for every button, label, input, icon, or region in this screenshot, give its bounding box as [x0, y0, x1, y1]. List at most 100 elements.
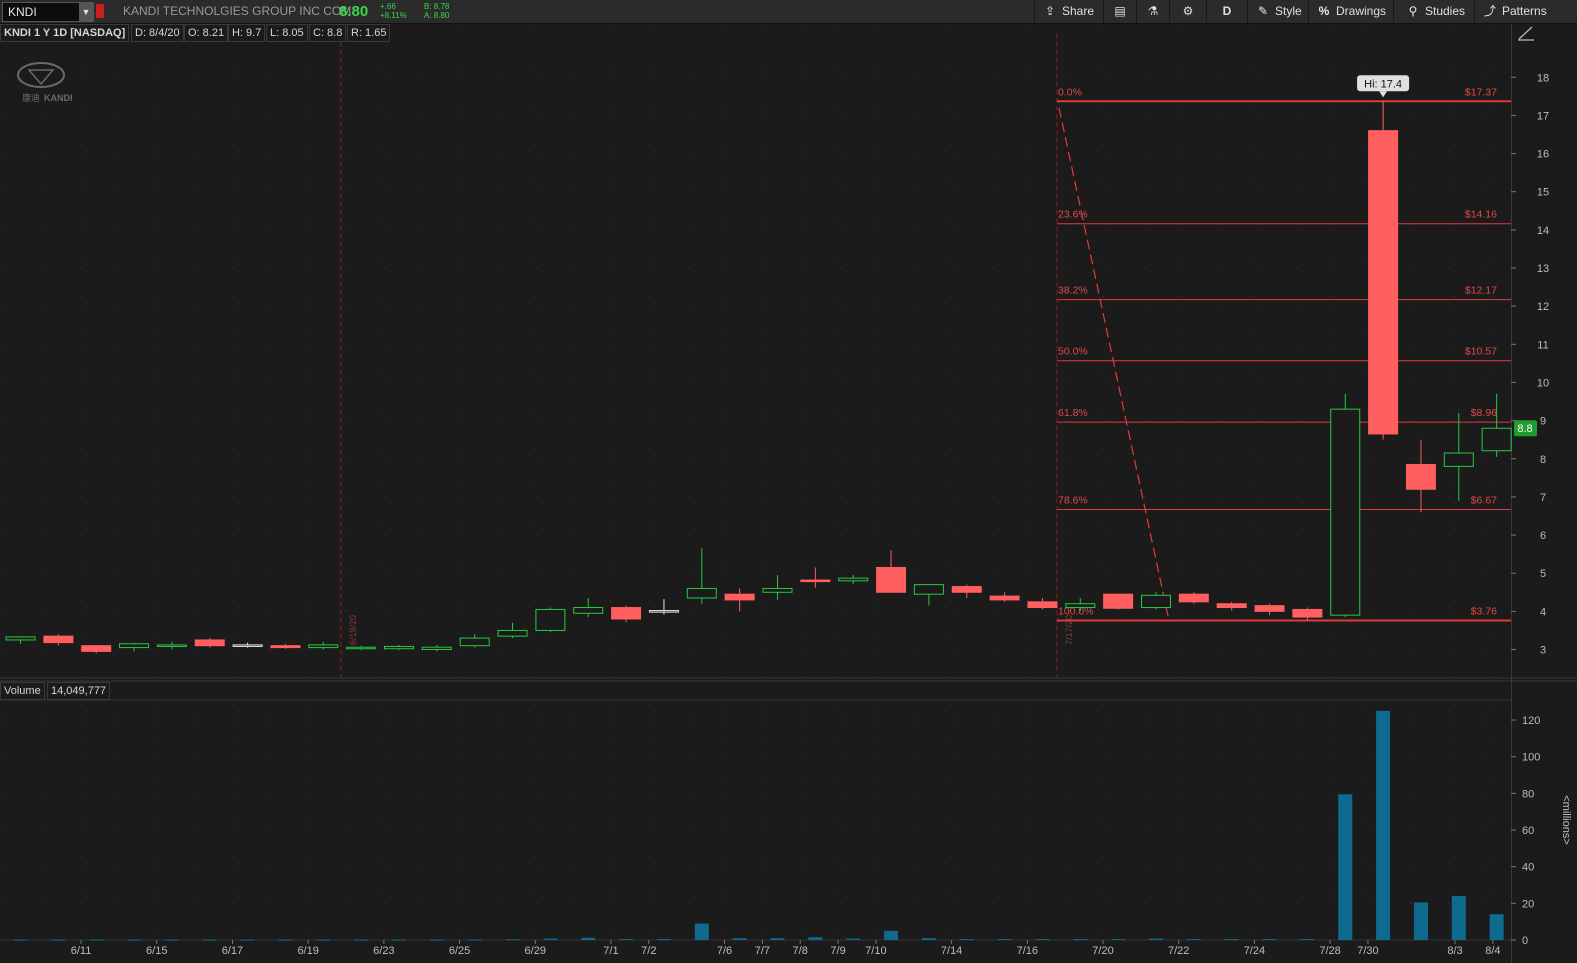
- y-tick-label: 16: [1537, 149, 1549, 161]
- candle-body: [1481, 427, 1512, 452]
- candle-body: [724, 593, 755, 601]
- candle-body: [1292, 608, 1323, 618]
- x-tick-label: 6/23: [373, 945, 394, 957]
- volume-bar: [51, 939, 66, 941]
- volume-bar: [959, 939, 974, 941]
- candle-body: [156, 644, 187, 647]
- candle-body: [573, 607, 604, 614]
- candle-body: [1027, 601, 1058, 609]
- candle-body: [1254, 605, 1285, 612]
- x-tick-label: 6/25: [449, 945, 470, 957]
- info-high: H: 9.7: [228, 24, 266, 42]
- candle: [1103, 593, 1134, 610]
- volume-bar: [1338, 794, 1353, 940]
- volume-bar: [392, 939, 406, 941]
- volume-bar: [467, 939, 482, 941]
- volume-bar: [240, 939, 255, 941]
- y-tick-label: 6: [1540, 530, 1546, 542]
- volume-bar: [1300, 939, 1315, 941]
- volume-bar: [127, 939, 142, 941]
- axis-scale-icon[interactable]: [1518, 26, 1534, 41]
- volume-bar: [202, 939, 217, 941]
- volume-bar: [278, 939, 293, 941]
- fib-pct-label: 61.8%: [1058, 407, 1088, 419]
- candle-body: [1216, 603, 1247, 609]
- vol-y-tick-label: 0: [1522, 935, 1528, 947]
- x-tick-label: 7/16: [1017, 945, 1038, 957]
- fib-pct-label: 0.0%: [1058, 86, 1082, 98]
- y-tick-label: 9: [1540, 416, 1546, 428]
- candle-body: [686, 587, 717, 599]
- y-tick-label: 17: [1537, 110, 1549, 122]
- x-tick-label: 7/10: [865, 945, 886, 957]
- candle-body: [308, 644, 339, 649]
- candle-body: [384, 645, 414, 650]
- vol-y-tick-label: 100: [1522, 752, 1540, 764]
- volume-bar: [1451, 896, 1466, 940]
- logo-text: KANDI: [44, 93, 73, 103]
- fib-pct-label: 38.2%: [1058, 285, 1088, 297]
- price-chart[interactable]: 3 4 5 6 7 8 9 10 11 12 13 14 15 16 17 18 0 20 40 60 80 100 120…: [0, 0, 1577, 963]
- y-tick-label: 3: [1540, 645, 1546, 657]
- y-tick-label: 4: [1540, 606, 1546, 618]
- logo-chinese: 康迪: [22, 92, 40, 103]
- vol-y-tick-label: 40: [1522, 862, 1534, 874]
- volume-bar: [1111, 939, 1126, 941]
- chart-title: KNDI 1 Y 1D [NASDAQ]: [0, 24, 130, 42]
- candle-body: [648, 610, 679, 613]
- candle: [194, 638, 225, 648]
- volume-unit-label: <millions>: [1560, 795, 1572, 845]
- x-tick-label: 6/15: [146, 945, 167, 957]
- y-tick-label: 15: [1537, 187, 1549, 199]
- y-tick-label: 13: [1537, 263, 1549, 275]
- candle-body: [81, 645, 112, 652]
- volume-bar: [1413, 902, 1428, 940]
- candle-body: [1405, 463, 1436, 490]
- vol-y-tick-label: 120: [1522, 715, 1540, 727]
- candle-body: [119, 643, 150, 649]
- x-tick-label: 7/20: [1092, 945, 1113, 957]
- candle-body: [1368, 130, 1399, 435]
- y-tick-label: 8: [1540, 454, 1546, 466]
- volume-bar: [1149, 938, 1163, 940]
- x-tick-label: 7/28: [1319, 945, 1340, 957]
- x-tick-label: 6/11: [71, 945, 92, 957]
- volume-bar: [808, 937, 823, 940]
- volume-bar: [921, 938, 936, 940]
- volume-bar: [619, 939, 634, 941]
- candle-body: [913, 584, 944, 595]
- volume-value: 14,049,777: [47, 682, 111, 700]
- candle-body: [1065, 603, 1096, 609]
- y-tick-label: 18: [1537, 72, 1549, 84]
- volume-bar: [1035, 939, 1050, 941]
- y-tick-label: 12: [1537, 301, 1549, 313]
- fib-price-label: $6.67: [1471, 494, 1497, 506]
- volume-label: Volume: [0, 682, 45, 700]
- vertical-line-1-label: 6/19/20: [348, 615, 358, 645]
- fib-pct-label: 78.6%: [1058, 494, 1088, 506]
- vertical-line-2-label: 7/17/20: [1064, 615, 1074, 645]
- volume-bar: [13, 939, 28, 941]
- volume-bar: [884, 930, 899, 940]
- x-tick-label: 7/7: [755, 945, 770, 957]
- x-tick-label: 7/24: [1244, 945, 1265, 957]
- candle: [1141, 592, 1171, 610]
- fib-price-label: $14.16: [1465, 209, 1497, 221]
- candle: [1330, 393, 1361, 618]
- y-tick-label: 14: [1537, 225, 1549, 237]
- candle-body: [838, 577, 869, 582]
- info-date: D: 8/4/20: [131, 24, 184, 42]
- candle-body: [346, 646, 377, 650]
- x-tick-label: 7/9: [830, 945, 845, 957]
- x-tick-label: 7/14: [941, 945, 962, 957]
- vol-y-tick-label: 20: [1522, 898, 1534, 910]
- volume-bar: [1073, 939, 1088, 941]
- volume-bar: [1224, 939, 1239, 941]
- candle-body: [1443, 452, 1474, 467]
- info-range: R: 1.65: [347, 24, 391, 42]
- volume-bar: [581, 937, 596, 940]
- volume-bar: [89, 939, 104, 941]
- fib-pct-label: 50.0%: [1058, 346, 1088, 358]
- volume-bar: [1262, 939, 1277, 941]
- vol-y-tick-label: 60: [1522, 825, 1534, 837]
